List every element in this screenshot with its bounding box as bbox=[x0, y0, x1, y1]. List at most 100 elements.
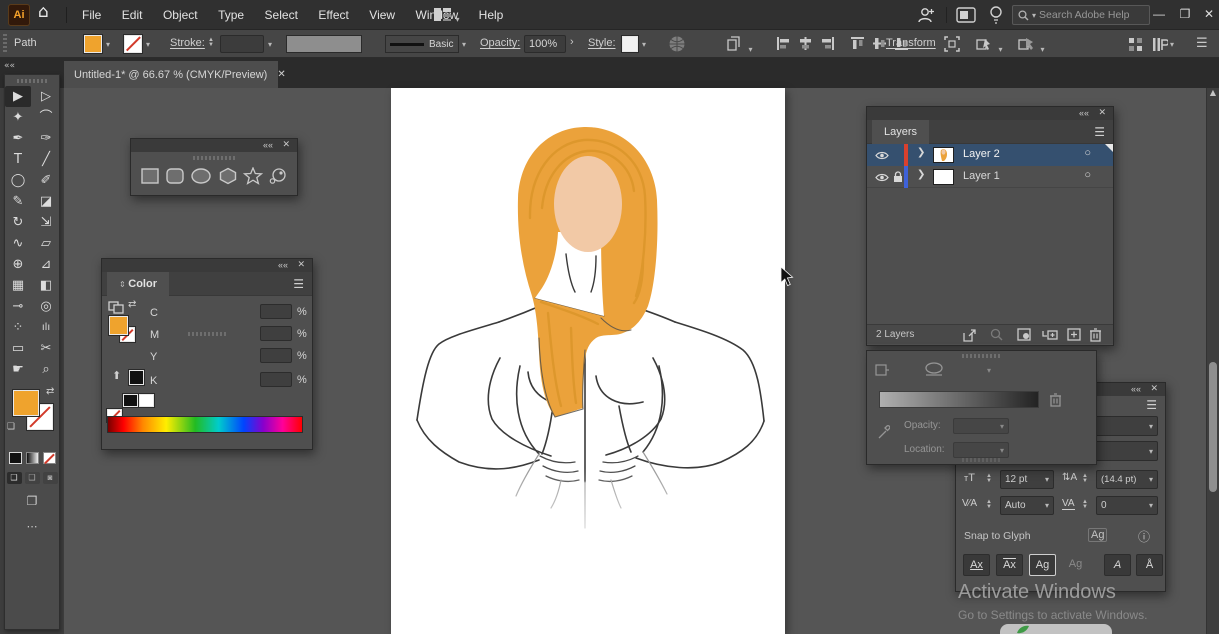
help-search-box[interactable]: ▾ Search Adobe Help bbox=[1012, 5, 1150, 25]
tool-symbol-sprayer[interactable]: ⁘ bbox=[5, 317, 31, 338]
panel-menu-icon[interactable]: ☰ bbox=[1146, 398, 1157, 412]
locate-object-icon[interactable] bbox=[990, 328, 1003, 341]
black-swatch[interactable] bbox=[123, 394, 138, 407]
align-h-center-icon[interactable] bbox=[798, 36, 813, 51]
document-tab[interactable]: Untitled-1* @ 66.67 % (CMYK/Preview) ✕ bbox=[64, 61, 278, 88]
collapse-panel-icon[interactable]: «« bbox=[1131, 383, 1141, 396]
tool-column-graph[interactable]: ılı bbox=[33, 317, 59, 338]
kerning-value[interactable]: Auto▾ bbox=[1000, 496, 1054, 515]
align-left-icon[interactable] bbox=[776, 36, 791, 51]
panel-menu-icon[interactable]: ☰ bbox=[293, 277, 304, 291]
delete-gradient-icon[interactable] bbox=[1049, 392, 1062, 407]
channel-c-value[interactable] bbox=[260, 304, 292, 319]
rounded-rectangle-tool-icon[interactable] bbox=[165, 167, 185, 185]
fill-color-swatch[interactable] bbox=[84, 35, 102, 53]
scrollbar-thumb[interactable] bbox=[1209, 362, 1217, 492]
tool-pen[interactable]: ✒ bbox=[5, 128, 31, 149]
tool-width[interactable]: ∿ bbox=[5, 233, 31, 254]
kerning-stepper[interactable]: ▲▼ bbox=[986, 500, 992, 510]
leading-value[interactable]: (14.4 pt)▾ bbox=[1096, 470, 1158, 489]
channel-k-value[interactable] bbox=[260, 372, 292, 387]
menu-file[interactable]: File bbox=[74, 0, 109, 30]
last-color-icon[interactable]: ⬆ bbox=[112, 369, 121, 382]
default-fill-stroke-icon[interactable]: ❏ bbox=[7, 422, 15, 432]
more-tools-icon[interactable]: ⋯ bbox=[5, 520, 59, 533]
gradient-slider[interactable] bbox=[879, 391, 1039, 408]
brush-chevron-icon[interactable]: ▾ bbox=[462, 40, 466, 49]
menu-edit[interactable]: Edit bbox=[114, 0, 151, 30]
fill-swatch[interactable] bbox=[13, 390, 39, 416]
tracking-value[interactable]: 0▾ bbox=[1096, 496, 1158, 515]
gradient-annotator-icon[interactable] bbox=[923, 361, 945, 377]
panel-grip[interactable] bbox=[17, 79, 47, 83]
tool-gradient[interactable]: ◧ bbox=[33, 275, 59, 296]
stroke-weight-stepper[interactable]: ▲▼ bbox=[208, 38, 214, 48]
layer-target-icon[interactable]: ○ bbox=[1084, 147, 1091, 159]
stroke-color-swatch[interactable] bbox=[124, 35, 142, 53]
flare-tool-icon[interactable] bbox=[268, 167, 288, 185]
swap-fill-stroke-icon[interactable]: ⇄ bbox=[46, 386, 54, 397]
lock-icon[interactable] bbox=[893, 171, 903, 183]
snap-options-icon[interactable]: ▾ bbox=[1018, 36, 1044, 57]
panel-menu-icon[interactable]: ☰ bbox=[1094, 125, 1105, 139]
menu-select[interactable]: Select bbox=[257, 0, 306, 30]
close-panel-icon[interactable]: ✕ bbox=[282, 139, 290, 152]
snap-anchor-button[interactable]: Å bbox=[1136, 554, 1163, 576]
gradient-location-select[interactable]: ▾ bbox=[953, 442, 1009, 458]
tool-eraser[interactable]: ◪ bbox=[33, 191, 59, 212]
app-logo[interactable]: Ai bbox=[8, 4, 30, 26]
panel-grip[interactable] bbox=[962, 458, 1002, 462]
panel-grip[interactable] bbox=[193, 156, 235, 160]
tool-direct-selection[interactable]: ▷ bbox=[33, 86, 59, 107]
shape-props-icon[interactable] bbox=[1128, 37, 1143, 57]
color-panel-header[interactable]: «« ✕ bbox=[102, 259, 312, 272]
tab-color[interactable]: ⇕ Color bbox=[107, 272, 169, 296]
menu-help[interactable]: Help bbox=[471, 0, 512, 30]
tool-slice[interactable]: ✂ bbox=[33, 338, 59, 359]
menu-object[interactable]: Object bbox=[155, 0, 206, 30]
tool-scale[interactable]: ⇲ bbox=[33, 212, 59, 233]
tool-shape-builder[interactable]: ⊕ bbox=[5, 254, 31, 275]
tool-eyedropper[interactable]: ⊸ bbox=[5, 296, 31, 317]
snap-xheight-button[interactable]: Ax bbox=[996, 554, 1023, 576]
bounding-box-icon[interactable] bbox=[944, 36, 960, 57]
document-setup-icon[interactable] bbox=[668, 35, 686, 58]
tool-shaper[interactable]: ✎ bbox=[5, 191, 31, 212]
style-chevron-icon[interactable]: ▾ bbox=[642, 40, 646, 49]
tool-selection[interactable]: ▶ bbox=[5, 86, 31, 107]
font-size-stepper[interactable]: ▲▼ bbox=[986, 474, 992, 484]
tab-close-icon[interactable]: ✕ bbox=[277, 69, 285, 80]
snap-proportional-button[interactable]: Ag bbox=[1062, 554, 1089, 576]
home-icon[interactable]: ⌂ bbox=[38, 2, 49, 22]
draw-inside-button[interactable]: ◙ bbox=[43, 472, 58, 484]
tool-type[interactable]: T bbox=[5, 149, 31, 170]
new-sublayer-icon[interactable] bbox=[1042, 328, 1058, 341]
opacity-expand-icon[interactable]: › bbox=[570, 36, 574, 48]
align-top-icon[interactable] bbox=[850, 36, 865, 51]
font-size-value[interactable]: 12 pt▾ bbox=[1000, 470, 1054, 489]
select-similar-icon[interactable]: ▾ bbox=[726, 36, 752, 57]
properties-panel-icon[interactable]: ▾ bbox=[1152, 37, 1174, 52]
clipping-mask-icon[interactable] bbox=[1017, 328, 1031, 341]
new-layer-icon[interactable] bbox=[1067, 328, 1081, 341]
layer-row-selected[interactable]: ❯ Layer 2 ○ bbox=[867, 144, 1113, 166]
visibility-eye-icon[interactable] bbox=[875, 151, 889, 160]
control-menu-icon[interactable]: ☰ bbox=[1196, 36, 1208, 51]
fill-proxy-swatch[interactable] bbox=[109, 316, 128, 335]
gradient-eyedropper-icon[interactable] bbox=[877, 424, 890, 440]
tool-blend[interactable]: ◎ bbox=[33, 296, 59, 317]
gradient-opacity-select[interactable]: ▾ bbox=[953, 418, 1009, 434]
polygon-tool-icon[interactable] bbox=[218, 167, 238, 185]
layer-target-icon[interactable]: ○ bbox=[1084, 169, 1091, 181]
tool-perspective-grid[interactable]: ⊿ bbox=[33, 254, 59, 275]
minimize-button[interactable]: — bbox=[1146, 0, 1172, 28]
tool-mesh[interactable]: ▦ bbox=[5, 275, 31, 296]
layers-panel-header[interactable]: «« ✕ bbox=[867, 107, 1113, 120]
align-right-icon[interactable] bbox=[820, 36, 835, 51]
close-button[interactable]: ✕ bbox=[1196, 0, 1219, 28]
draw-behind-button[interactable]: ❑ bbox=[25, 472, 40, 484]
device-preview-icon[interactable] bbox=[956, 7, 976, 28]
layer-name[interactable]: Layer 2 bbox=[963, 148, 1000, 160]
info-icon[interactable]: ⓘ bbox=[1138, 528, 1150, 545]
snap-angular-button[interactable]: A bbox=[1104, 554, 1131, 576]
